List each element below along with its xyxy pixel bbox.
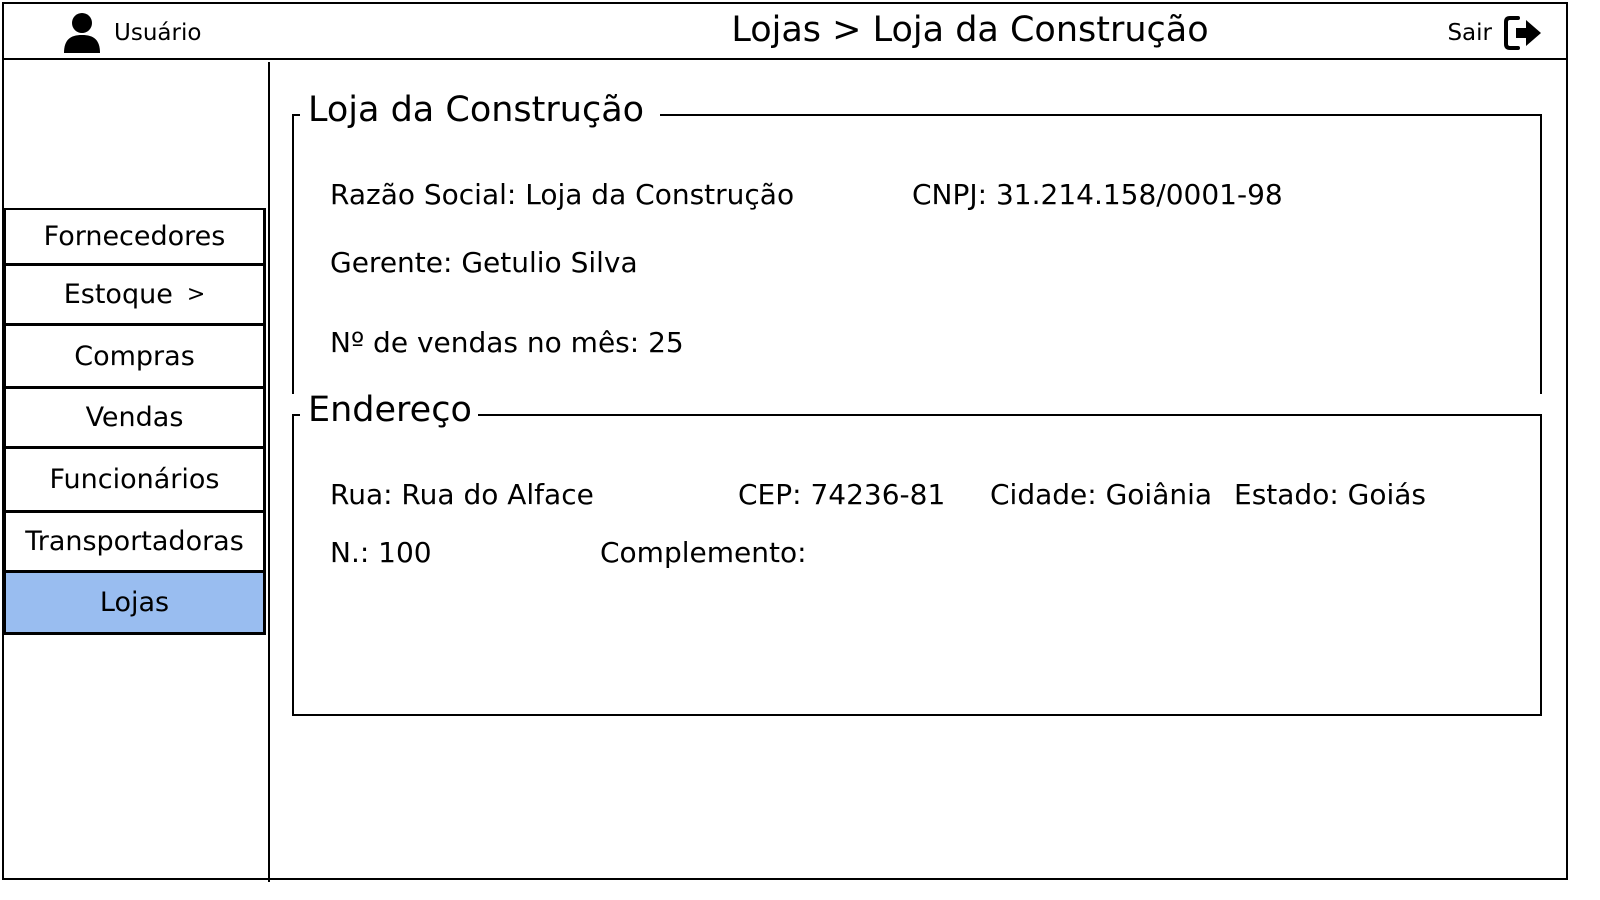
rua-field: Rua: Rua do Alface bbox=[330, 478, 594, 511]
logout-label: Sair bbox=[1447, 20, 1492, 46]
sidebar-item-funcionarios[interactable]: Funcionários bbox=[4, 447, 266, 513]
sidebar-item-fornecedores[interactable]: Fornecedores bbox=[4, 208, 266, 266]
gerente-field: Gerente: Getulio Silva bbox=[330, 246, 638, 279]
vendas-mes-field: Nº de vendas no mês: 25 bbox=[330, 326, 684, 359]
sidebar-item-compras[interactable]: Compras bbox=[4, 324, 266, 389]
sidebar-item-label: Funcionários bbox=[49, 464, 220, 495]
complemento-field: Complemento: bbox=[600, 536, 807, 569]
group-border bbox=[292, 114, 300, 116]
numero-field: N.: 100 bbox=[330, 536, 432, 569]
top-bar: Usuário Lojas > Loja da Construção Sair bbox=[4, 4, 1566, 60]
sidebar-item-vendas[interactable]: Vendas bbox=[4, 387, 266, 449]
address-group-title: Endereço bbox=[306, 390, 474, 430]
sidebar-nav: Fornecedores Estoque > Compras Vendas Fu… bbox=[4, 208, 268, 635]
sidebar-item-label: Lojas bbox=[99, 587, 170, 618]
sidebar-item-transportadoras[interactable]: Transportadoras bbox=[4, 511, 266, 573]
razao-social-field: Razão Social: Loja da Construção bbox=[330, 178, 795, 211]
sidebar-item-estoque[interactable]: Estoque > bbox=[4, 264, 266, 326]
breadcrumb: Lojas > Loja da Construção bbox=[4, 10, 1566, 50]
sidebar-item-label: Vendas bbox=[85, 402, 184, 433]
store-info-group: Loja da Construção Razão Social: Loja da… bbox=[292, 90, 1542, 394]
address-group: Endereço Rua: Rua do Alface CEP: 74236-8… bbox=[292, 390, 1542, 716]
sidebar: Fornecedores Estoque > Compras Vendas Fu… bbox=[4, 62, 270, 882]
sidebar-item-label: Transportadoras bbox=[25, 526, 244, 557]
sidebar-item-label: Fornecedores bbox=[43, 221, 226, 252]
sidebar-item-label: Compras bbox=[74, 340, 195, 372]
cep-field: CEP: 74236-81 bbox=[738, 478, 946, 511]
app-window: Usuário Lojas > Loja da Construção Sair … bbox=[2, 2, 1568, 882]
estado-field: Estado: Goiás bbox=[1234, 478, 1427, 511]
logout-button[interactable]: Sair bbox=[1447, 14, 1544, 52]
group-border bbox=[292, 414, 300, 416]
group-border bbox=[478, 414, 1542, 416]
sign-out-icon bbox=[1502, 14, 1544, 52]
group-border bbox=[660, 114, 1542, 116]
store-group-title: Loja da Construção bbox=[306, 90, 647, 130]
chevron-right-icon: > bbox=[186, 282, 206, 307]
page-title: Lojas > Loja da Construção bbox=[731, 10, 1209, 50]
sidebar-item-lojas[interactable]: Lojas bbox=[4, 571, 266, 635]
sidebar-item-label: Estoque bbox=[63, 279, 173, 310]
cnpj-field: CNPJ: 31.214.158/0001-98 bbox=[912, 178, 1283, 211]
cidade-field: Cidade: Goiânia bbox=[990, 478, 1213, 511]
